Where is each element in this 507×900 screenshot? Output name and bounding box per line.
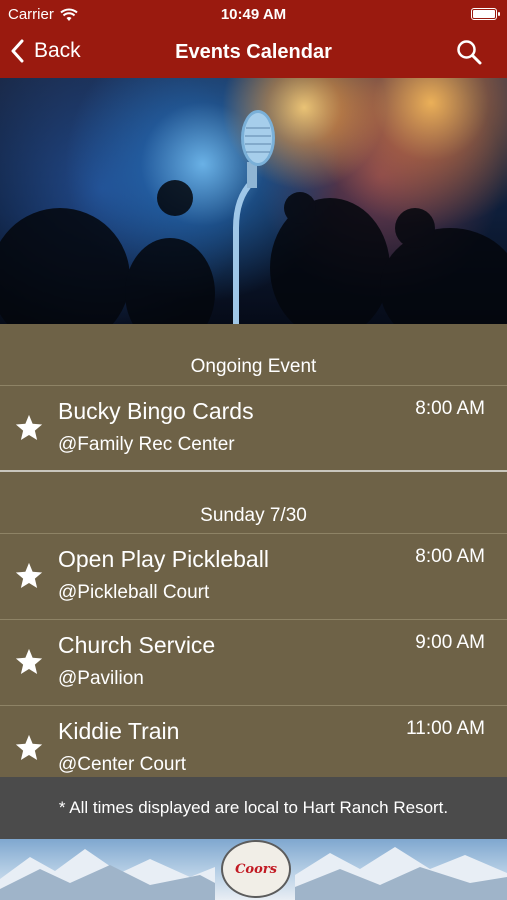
section-header-ongoing: Ongoing Event [190,356,317,377]
event-location: @Family Rec Center [58,434,235,455]
event-row[interactable]: Open Play Pickleball @Pickleball Court 8… [0,533,507,619]
star-icon[interactable] [14,647,44,677]
event-name: Church Service [58,632,216,658]
event-location: @Pickleball Court [58,582,210,603]
event-location: @Pavilion [58,668,144,689]
nav-bar: Back Events Calendar [0,30,507,78]
coors-logo: Coors [221,840,291,898]
search-icon [457,40,482,65]
timezone-note: * All times displayed are local to Hart … [0,777,507,839]
event-name: Kiddie Train [58,718,180,744]
logo-text: Coors [235,861,277,877]
star-icon[interactable] [14,561,44,591]
event-row[interactable]: Church Service @Pavilion 9:00 AM [0,619,507,705]
status-time: 10:49 AM [220,6,287,23]
battery-icon [471,8,500,20]
section-divider [0,470,507,472]
ad-banner[interactable]: Coors [0,839,507,900]
event-location: @Center Court [58,754,187,775]
event-time: 11:00 AM [406,718,485,739]
events-list[interactable]: Ongoing Event Bucky Bingo Cards @Family … [0,324,507,777]
event-time: 8:00 AM [415,398,485,419]
page-title: Events Calendar [175,41,332,63]
microphone-image [0,110,507,324]
star-icon[interactable] [14,413,44,443]
event-time: 8:00 AM [415,546,485,567]
event-row[interactable]: Bucky Bingo Cards @Family Rec Center 8:0… [0,385,507,471]
timezone-note-text: * All times displayed are local to Hart … [58,798,449,817]
event-name: Bucky Bingo Cards [58,398,254,424]
star-icon[interactable] [14,733,44,763]
section-header-sunday: Sunday 7/30 [200,505,307,526]
hero-image [0,78,507,324]
event-time: 9:00 AM [415,632,485,653]
event-name: Open Play Pickleball [58,546,269,572]
status-bar: Carrier 10:49 AM [0,0,507,30]
search-button[interactable] [456,39,482,70]
